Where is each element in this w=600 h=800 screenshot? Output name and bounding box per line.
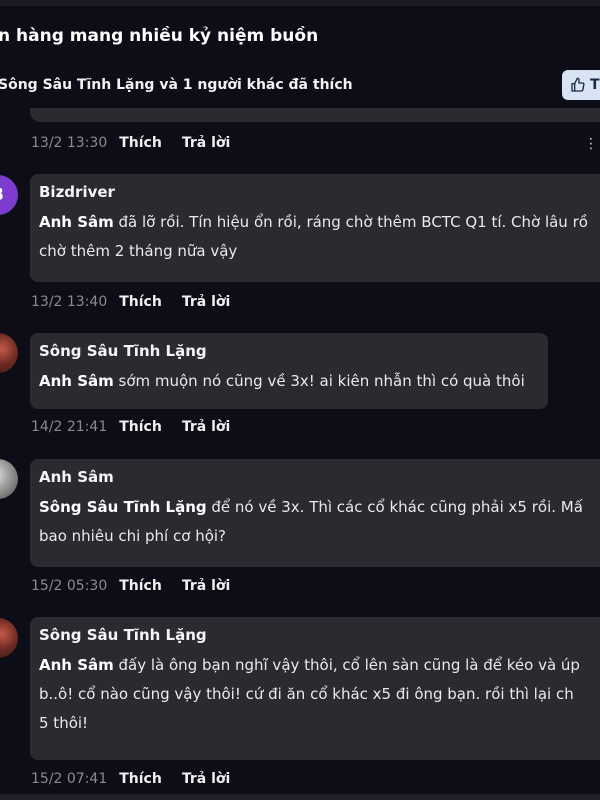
comment-author[interactable]: Anh Sâm <box>39 468 600 486</box>
likes-summary[interactable]: Sông Sâu Tĩnh Lặng và 1 người khác đã th… <box>0 77 353 93</box>
like-post-button[interactable]: T <box>562 70 600 100</box>
reply-comment-button[interactable]: Trả lời <box>182 419 230 435</box>
avatar-letter: B <box>0 185 4 205</box>
comment-text: Anh Sâm đã lỡ rồi. Tín hiệu ổn rồi, ráng… <box>39 208 600 266</box>
comment-author[interactable]: Sông Sâu Tĩnh Lặng <box>39 626 600 644</box>
reply-comment-button[interactable]: Trả lời <box>182 578 230 594</box>
avatar[interactable]: B <box>0 175 18 215</box>
previous-comment-bubble <box>30 108 600 122</box>
comment-time: 15/2 05:30 <box>31 578 108 594</box>
mention[interactable]: Anh Sâm <box>39 372 114 390</box>
reply-comment-button[interactable]: Trả lời <box>182 771 230 787</box>
comment-meta-0: 13/2 13:30 Thích Trả lời <box>31 135 250 151</box>
like-post-label: T <box>590 77 600 93</box>
comment-time: 14/2 21:41 <box>31 419 108 435</box>
mention[interactable]: Anh Sâm <box>39 656 114 674</box>
comment-time: 13/2 13:30 <box>31 135 108 151</box>
like-comment-button[interactable]: Thích <box>119 294 162 310</box>
thumbs-up-icon <box>571 77 585 92</box>
comment-text: Sông Sâu Tĩnh Lặng để nó về 3x. Thì các … <box>39 493 600 551</box>
comment-bubble: Sông Sâu Tĩnh Lặng Anh Sâm đấy là ông bạ… <box>30 617 600 760</box>
like-comment-button[interactable]: Thích <box>119 771 162 787</box>
reply-comment-button[interactable]: Trả lời <box>182 294 230 310</box>
comment-line: sớm muộn nó cũng về 3x! ai kiên nhẫn thì… <box>113 372 525 390</box>
comment-line: chờ thêm 2 tháng nữa vậy <box>39 242 238 260</box>
top-divider <box>0 0 600 6</box>
comment-author[interactable]: Sông Sâu Tĩnh Lặng <box>39 342 538 360</box>
avatar[interactable] <box>0 618 18 658</box>
comment-meta-1: 13/2 13:40 Thích Trả lời <box>31 294 250 310</box>
comment-bubble: Anh Sâm Sông Sâu Tĩnh Lặng để nó về 3x. … <box>30 459 600 567</box>
mention[interactable]: Anh Sâm <box>39 213 114 231</box>
comment-line: bao nhiêu chi phí cơ hội? <box>39 527 227 545</box>
comment-bubble: Sông Sâu Tĩnh Lặng Anh Sâm sớm muộn nó c… <box>30 333 548 409</box>
avatar[interactable] <box>0 459 18 499</box>
comment-meta-2: 14/2 21:41 Thích Trả lời <box>31 419 250 435</box>
like-comment-button[interactable]: Thích <box>119 135 162 151</box>
comment-text: Anh Sâm sớm muộn nó cũng về 3x! ai kiên … <box>39 367 538 396</box>
comment-time: 13/2 13:40 <box>31 294 108 310</box>
bottom-divider <box>0 794 600 800</box>
comment-line: đã lỡ rồi. Tín hiệu ổn rồi, ráng chờ thê… <box>113 213 588 231</box>
comment-time: 15/2 07:41 <box>31 771 108 787</box>
post-title: n hàng mang nhiều kỷ niệm buồn <box>0 26 319 46</box>
more-options-icon[interactable]: ⋮ <box>584 136 598 152</box>
reply-comment-button[interactable]: Trả lời <box>182 135 230 151</box>
mention[interactable]: Sông Sâu Tĩnh Lặng <box>39 498 207 516</box>
comment-line: 5 thôi! <box>39 714 89 732</box>
comment-bubble: Bizdriver Anh Sâm đã lỡ rồi. Tín hiệu ổn… <box>30 174 600 282</box>
comment-line: đấy là ông bạn nghĩ vậy thôi, cổ lên sàn… <box>113 656 580 674</box>
comment-author[interactable]: Bizdriver <box>39 183 600 201</box>
like-comment-button[interactable]: Thích <box>119 578 162 594</box>
comment-meta-3: 15/2 05:30 Thích Trả lời <box>31 578 250 594</box>
comment-line: để nó về 3x. Thì các cổ khác cũng phải x… <box>206 498 583 516</box>
like-comment-button[interactable]: Thích <box>119 419 162 435</box>
avatar[interactable] <box>0 333 18 373</box>
comment-meta-4: 15/2 07:41 Thích Trả lời <box>31 771 250 787</box>
comment-text: Anh Sâm đấy là ông bạn nghĩ vậy thôi, cổ… <box>39 651 600 738</box>
comment-line: b..ô! cổ nào cũng vậy thôi! cứ đi ăn cổ … <box>39 685 574 703</box>
